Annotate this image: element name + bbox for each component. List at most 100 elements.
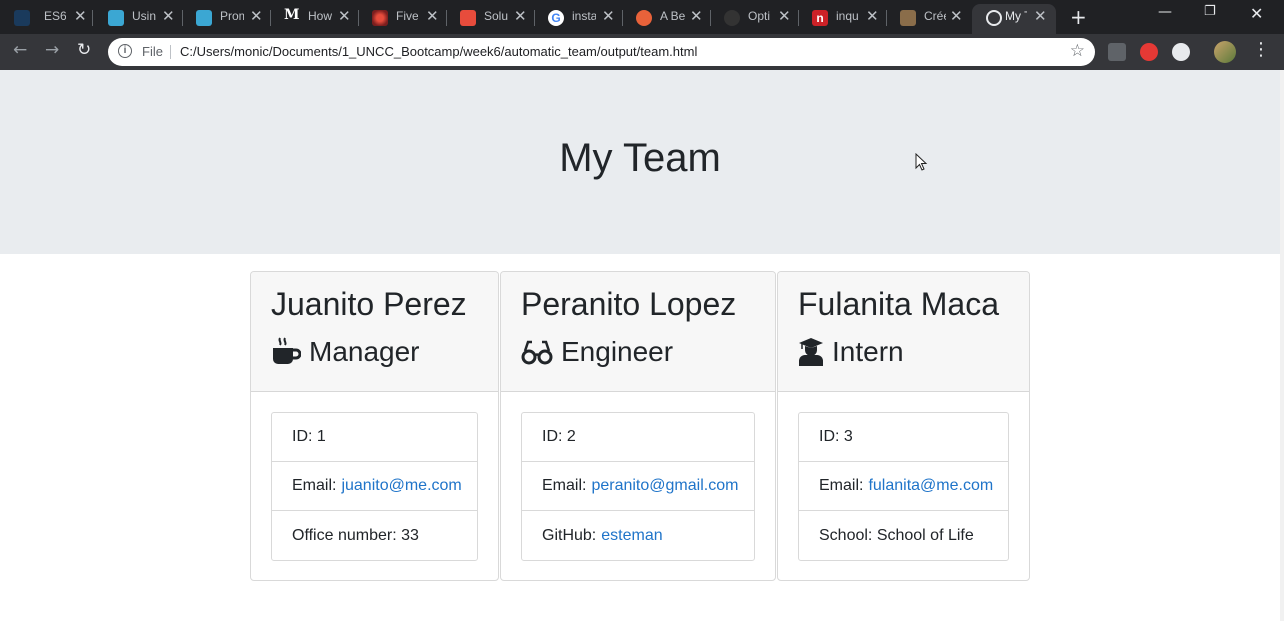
tab-title: My T bbox=[1005, 9, 1027, 23]
close-tab-icon[interactable]: ✕ bbox=[1034, 7, 1047, 25]
email-label: Email: bbox=[542, 477, 587, 494]
employee-card-intern: Fulanita Maca Intern ID: 3 Email: fulanit… bbox=[777, 271, 1030, 581]
employee-role: Manager bbox=[271, 336, 478, 368]
back-icon[interactable]: ← bbox=[13, 40, 27, 60]
employee-name: Juanito Perez bbox=[271, 286, 467, 322]
tab-title: A Be bbox=[660, 9, 686, 23]
details-list: ID: 3 Email: fulanita@me.com School: Scho… bbox=[798, 412, 1009, 561]
card-header: Fulanita Maca Intern bbox=[778, 272, 1029, 392]
card-body: ID: 2 Email: peranito@gmail.com GitHub: es… bbox=[501, 392, 775, 580]
employee-role: Engineer bbox=[521, 336, 755, 368]
card-header: Peranito Lopez Engineer bbox=[501, 272, 775, 392]
github-logo-icon bbox=[724, 10, 740, 26]
graduate-icon bbox=[799, 338, 823, 366]
reload-icon[interactable]: ↻ bbox=[77, 40, 91, 60]
tab-1[interactable]: Using ✕ bbox=[94, 4, 182, 31]
id-text: ID: 2 bbox=[542, 428, 576, 445]
profile-avatar[interactable] bbox=[1214, 41, 1236, 63]
site-favicon-icon bbox=[108, 10, 124, 26]
tab-6[interactable]: G insta ✕ bbox=[534, 4, 622, 31]
site-favicon-icon bbox=[372, 10, 388, 26]
details-list: ID: 2 Email: peranito@gmail.com GitHub: es… bbox=[521, 412, 755, 561]
email-link[interactable]: peranito@gmail.com bbox=[591, 477, 738, 495]
tab-3[interactable]: M How ✕ bbox=[270, 4, 358, 31]
tab-8[interactable]: Opti ✕ bbox=[710, 4, 798, 31]
forward-icon[interactable]: → bbox=[45, 40, 59, 60]
file-label: File bbox=[142, 44, 163, 59]
employee-card-engineer: Peranito Lopez Engineer ID: 2 Email: pera… bbox=[500, 271, 776, 581]
url-text[interactable]: C:/Users/monic/Documents/1_UNCC_Bootcamp… bbox=[180, 44, 697, 59]
card-header: Juanito Perez Manager bbox=[251, 272, 498, 392]
email-item: Email: juanito@me.com bbox=[272, 462, 477, 511]
close-tab-icon[interactable]: ✕ bbox=[514, 7, 527, 25]
role-label: Intern bbox=[832, 336, 904, 367]
info-icon[interactable]: i bbox=[118, 44, 132, 58]
email-label: Email: bbox=[819, 477, 864, 494]
close-tab-icon[interactable]: ✕ bbox=[866, 7, 879, 25]
scrollbar[interactable] bbox=[1280, 70, 1284, 621]
tab-title: How bbox=[308, 9, 332, 23]
close-tab-icon[interactable]: ✕ bbox=[74, 7, 87, 25]
email-link[interactable]: juanito@me.com bbox=[341, 477, 461, 495]
close-tab-icon[interactable]: ✕ bbox=[690, 7, 703, 25]
close-tab-icon[interactable]: ✕ bbox=[426, 7, 439, 25]
tab-10[interactable]: Créer ✕ bbox=[886, 4, 970, 31]
tab-7[interactable]: A Be ✕ bbox=[622, 4, 710, 31]
extension-circle-icon[interactable] bbox=[1172, 43, 1190, 61]
site-favicon-icon bbox=[900, 10, 916, 26]
employee-card-manager: Juanito Perez Manager ID: 1 Email: juanit… bbox=[250, 271, 499, 581]
extension-pdf-icon[interactable] bbox=[1108, 43, 1126, 61]
page-title: My Team bbox=[559, 136, 721, 180]
tab-title: ES6 bbox=[44, 9, 66, 23]
github-label: GitHub: bbox=[542, 526, 597, 544]
restore-icon[interactable]: ❐ bbox=[1204, 4, 1216, 19]
tab-0[interactable]: ES6 ✕ bbox=[0, 4, 92, 31]
office-item: Office number: 33 bbox=[272, 511, 477, 560]
site-favicon-icon bbox=[636, 10, 652, 26]
email-label: Email: bbox=[292, 477, 337, 494]
tab-title: inqu bbox=[836, 9, 859, 23]
minimize-icon[interactable]: — bbox=[1158, 4, 1172, 20]
close-tab-icon[interactable]: ✕ bbox=[250, 7, 263, 25]
employee-role: Intern bbox=[798, 336, 1009, 368]
browser-toolbar: ← → ↻ i File C:/Users/monic/Documents/1_… bbox=[0, 34, 1284, 70]
tab-title: Solu bbox=[484, 9, 508, 23]
tab-5[interactable]: Solu ✕ bbox=[446, 4, 534, 31]
tab-4[interactable]: Five ✕ bbox=[358, 4, 446, 31]
close-window-icon[interactable]: ✕ bbox=[1250, 4, 1263, 23]
tab-title: Promi bbox=[220, 9, 244, 23]
close-tab-icon[interactable]: ✕ bbox=[778, 7, 791, 25]
tab-title: Créer bbox=[924, 9, 946, 23]
tab-active[interactable]: My T ✕ bbox=[972, 4, 1056, 34]
jumbotron: My Team bbox=[0, 70, 1280, 254]
github-link[interactable]: esteman bbox=[601, 527, 662, 545]
card-body: ID: 3 Email: fulanita@me.com School: Scho… bbox=[778, 392, 1029, 580]
tab-title: Opti bbox=[748, 9, 770, 23]
tab-9[interactable]: n inqu ✕ bbox=[798, 4, 886, 31]
close-tab-icon[interactable]: ✕ bbox=[162, 7, 175, 25]
role-label: Manager bbox=[309, 336, 420, 367]
close-tab-icon[interactable]: ✕ bbox=[602, 7, 615, 25]
site-favicon-icon bbox=[14, 10, 30, 26]
coffee-icon bbox=[273, 337, 301, 364]
employee-name: Peranito Lopez bbox=[521, 286, 737, 322]
tab-separator bbox=[92, 10, 93, 26]
tab-title: Using bbox=[132, 9, 156, 23]
tab-title: insta bbox=[572, 9, 596, 23]
close-tab-icon[interactable]: ✕ bbox=[950, 7, 963, 25]
id-item: ID: 1 bbox=[272, 413, 477, 462]
github-item: GitHub: esteman bbox=[522, 511, 754, 560]
email-link[interactable]: fulanita@me.com bbox=[868, 477, 993, 495]
tab-2[interactable]: Promi ✕ bbox=[182, 4, 270, 31]
email-item: Email: fulanita@me.com bbox=[799, 462, 1008, 511]
address-bar[interactable]: i File C:/Users/monic/Documents/1_UNCC_B… bbox=[108, 38, 1095, 66]
menu-kebab-icon[interactable]: ⋮ bbox=[1252, 39, 1270, 60]
id-item: ID: 3 bbox=[799, 413, 1008, 462]
bookmark-star-icon[interactable]: ☆ bbox=[1070, 41, 1085, 61]
close-tab-icon[interactable]: ✕ bbox=[338, 7, 351, 25]
new-tab-icon[interactable]: + bbox=[1070, 5, 1087, 29]
role-label: Engineer bbox=[561, 336, 674, 367]
extension-record-icon[interactable] bbox=[1140, 43, 1158, 61]
site-favicon-icon bbox=[460, 10, 476, 26]
id-item: ID: 2 bbox=[522, 413, 754, 462]
